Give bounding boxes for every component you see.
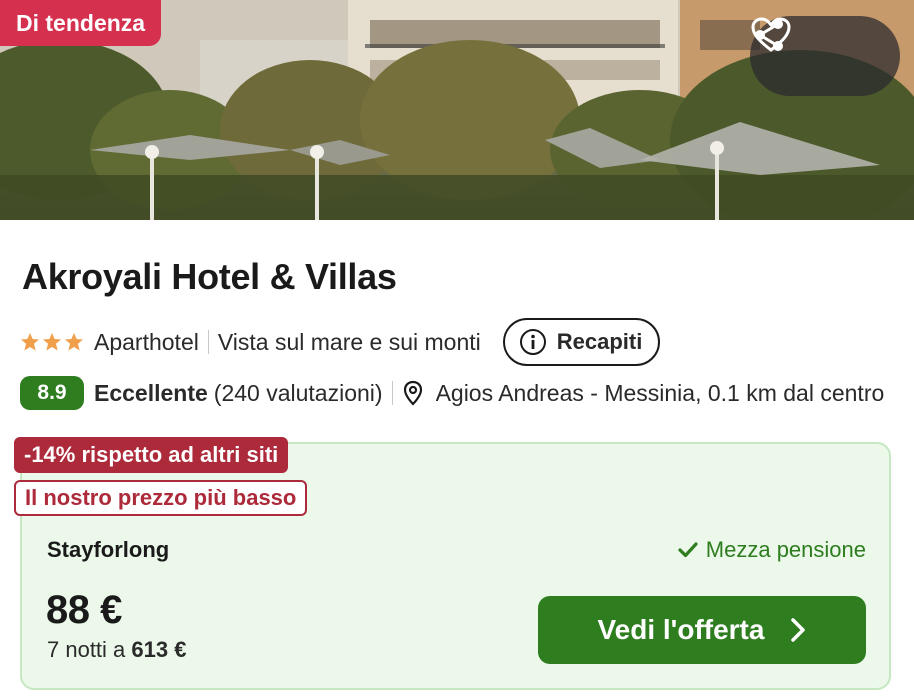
rating-word: Eccellente: [94, 379, 208, 406]
location-pin-icon: [403, 380, 422, 406]
rating-score-badge[interactable]: 8.9: [20, 376, 84, 410]
hotel-name[interactable]: Akroyali Hotel & Villas: [22, 256, 397, 298]
trending-badge: Di tendenza: [0, 0, 162, 46]
heart-icon: [751, 17, 791, 52]
divider: [207, 330, 209, 354]
contacts-label: Recapiti: [556, 329, 643, 354]
nights-label: 7 notti a: [47, 637, 126, 662]
board-type: Mezza pensione: [678, 537, 866, 563]
hotel-info-row: Aparthotel Vista sul mare e sui monti Re…: [20, 318, 661, 366]
star-icon: [65, 333, 83, 351]
view-offer-label: Vedi l'offerta: [597, 614, 765, 645]
star-icon: [21, 333, 39, 351]
star-icon: [43, 333, 61, 351]
checkmark-icon: [678, 542, 698, 558]
hotel-photo[interactable]: Di tendenza: [0, 0, 914, 220]
hero-actions: [750, 16, 900, 96]
lowest-price-tag: Il nostro prezzo più basso: [14, 480, 308, 516]
contacts-button[interactable]: Recapiti: [502, 318, 661, 366]
star-rating: [20, 332, 84, 352]
info-icon: [519, 329, 546, 355]
total-price-line: 7 notti a 613 €: [47, 637, 186, 663]
review-count[interactable]: (240 valutazioni): [214, 380, 383, 407]
chevron-right-icon: [791, 618, 806, 642]
total-price: 613 €: [131, 637, 187, 662]
favorite-button[interactable]: [751, 17, 885, 83]
hotel-feature: Vista sul mare e sui monti: [217, 328, 481, 355]
board-label: Mezza pensione: [705, 537, 866, 562]
rating-location-row: 8.9 Eccellente (240 valutazioni) Agios A…: [20, 374, 900, 412]
view-offer-button[interactable]: Vedi l'offerta: [538, 596, 866, 664]
hotel-location[interactable]: Agios Andreas - Messinia, 0.1 km dal cen…: [436, 380, 900, 407]
nightly-price: 88 €: [46, 588, 122, 632]
hotel-type: Aparthotel: [94, 328, 199, 355]
discount-tag: -14% rispetto ad altri siti: [14, 437, 289, 473]
divider: [391, 381, 393, 405]
offer-provider: Stayforlong: [47, 537, 170, 562]
